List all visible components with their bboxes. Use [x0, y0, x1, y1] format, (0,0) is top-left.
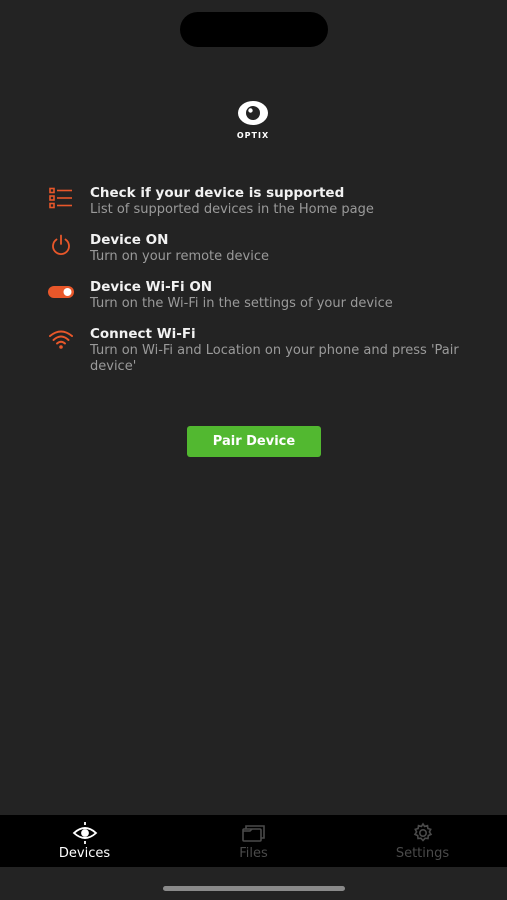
pair-device-button[interactable]: Pair Device	[187, 426, 321, 457]
step-device-on: Device ON Turn on your remote device	[48, 232, 468, 265]
bottom-tab-bar: Devices Files Settings	[0, 815, 507, 867]
logo-text: OPTIX	[236, 131, 270, 140]
pairing-steps-list: Check if your device is supported List o…	[48, 185, 468, 389]
wifi-icon	[49, 330, 73, 349]
tab-settings[interactable]: Settings	[338, 815, 507, 867]
step-title: Check if your device is supported	[90, 185, 345, 201]
tab-label: Settings	[395, 846, 450, 861]
step-device-wifi-on: Device Wi-Fi ON Turn on the Wi-Fi in the…	[48, 279, 468, 312]
step-description: Turn on the Wi-Fi in the settings of you…	[90, 296, 393, 311]
step-title: Device ON	[90, 232, 169, 248]
home-indicator[interactable]	[163, 886, 345, 891]
toggle-icon	[48, 286, 74, 298]
step-description: Turn on Wi-Fi and Location on your phone…	[90, 343, 459, 374]
step-title: Connect Wi-Fi	[90, 326, 196, 342]
tab-files[interactable]: Files	[169, 815, 338, 867]
folders-icon	[241, 825, 265, 842]
gear-icon	[413, 822, 432, 842]
eye-logo-icon	[238, 101, 268, 125]
camera-notch	[180, 12, 328, 47]
eye-target-icon	[72, 822, 97, 844]
checklist-icon	[49, 187, 72, 209]
step-title: Device Wi-Fi ON	[90, 279, 213, 295]
step-connect-wifi: Connect Wi-Fi Turn on Wi-Fi and Location…	[48, 326, 468, 375]
power-icon	[52, 234, 70, 256]
optix-logo: OPTIX	[224, 100, 282, 140]
step-description: Turn on your remote device	[90, 249, 269, 264]
tab-label: Files	[239, 846, 268, 861]
tab-devices[interactable]: Devices	[0, 815, 169, 867]
step-check-supported: Check if your device is supported List o…	[48, 185, 468, 218]
step-description: List of supported devices in the Home pa…	[90, 202, 374, 217]
tab-label: Devices	[58, 846, 111, 861]
